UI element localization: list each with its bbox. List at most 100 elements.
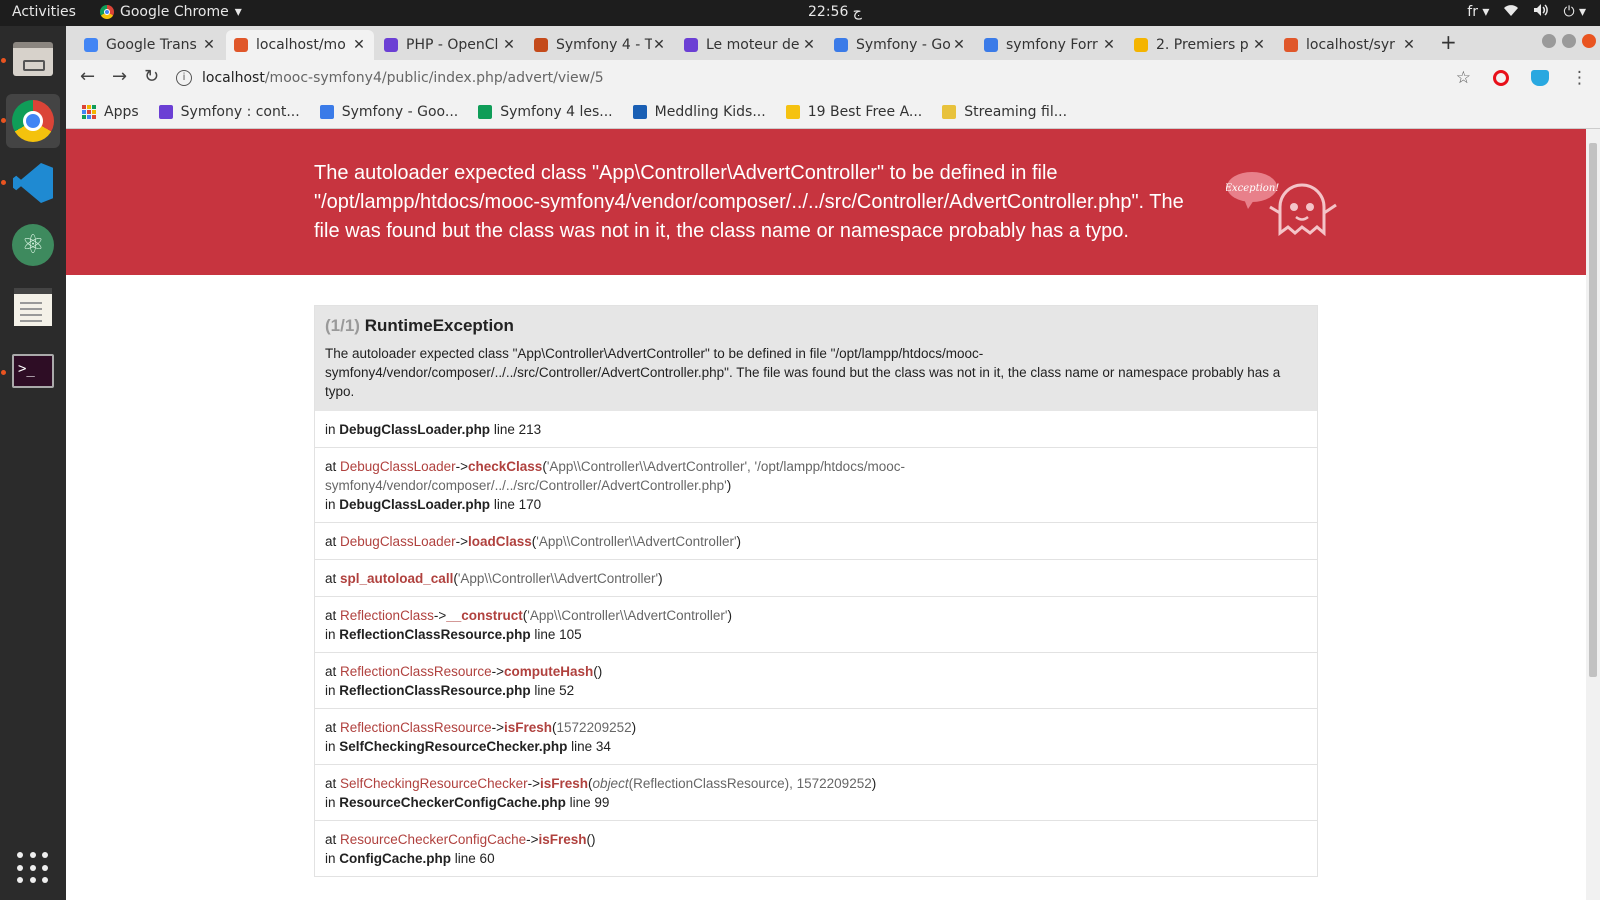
- clock[interactable]: 22:56 ج: [808, 4, 862, 20]
- new-tab-button[interactable]: +: [1440, 30, 1457, 54]
- tab-close-icon[interactable]: ✕: [202, 37, 216, 53]
- tab-close-icon[interactable]: ✕: [952, 37, 966, 53]
- bookmark-item[interactable]: Symfony - Goo...: [319, 104, 459, 120]
- trace-argument-values: 1572209252: [556, 720, 632, 735]
- bookmark-item[interactable]: Meddling Kids...: [632, 104, 766, 120]
- tab-close-icon[interactable]: ✕: [1402, 37, 1416, 53]
- power-icon[interactable]: ⏻ ▾: [1563, 4, 1586, 20]
- volume-icon[interactable]: [1533, 3, 1549, 21]
- at-label: at: [325, 459, 337, 474]
- page-scrollbar[interactable]: [1586, 129, 1600, 900]
- trace-arguments: 'App\\Controller\\AdvertController': [458, 571, 658, 586]
- address-bar[interactable]: i localhost/mooc-symfony4/public/index.p…: [176, 64, 1456, 92]
- language-indicator[interactable]: fr ▾: [1467, 4, 1489, 20]
- browser-tab[interactable]: Symfony - Go ✕: [826, 30, 974, 60]
- vscode-launcher[interactable]: [6, 156, 60, 210]
- bookmark-label: Symfony - Goo...: [341, 104, 459, 120]
- files-icon: [13, 42, 53, 76]
- files-launcher[interactable]: [6, 32, 60, 86]
- exception-title: (1/1) RuntimeException: [325, 316, 1307, 336]
- browser-tab[interactable]: Le moteur de ✕: [676, 30, 824, 60]
- trace-frame: at ReflectionClass->__construct('App\\Co…: [315, 597, 1317, 653]
- scrollbar-thumb[interactable]: [1589, 143, 1597, 677]
- tab-close-icon[interactable]: ✕: [352, 37, 366, 53]
- bookmark-apps[interactable]: Apps: [82, 104, 139, 120]
- trace-class-link[interactable]: DebugClassLoader: [340, 459, 456, 474]
- trace-argument-values: 'App\\Controller\\AdvertController': [457, 571, 659, 586]
- trace-class-link[interactable]: ReflectionClass: [340, 608, 434, 623]
- show-applications-icon[interactable]: [17, 852, 49, 884]
- trace-function: loadClass: [468, 534, 532, 549]
- trace-file: ReflectionClassResource.php: [339, 627, 531, 642]
- at-label: at: [325, 720, 337, 735]
- back-button[interactable]: ←: [80, 66, 95, 87]
- trace-arguments: 1572209252: [557, 720, 632, 735]
- exception-banner-message: The autoloader expected class "App\Contr…: [314, 162, 1184, 242]
- browser-tab[interactable]: PHP - OpenCl ✕: [376, 30, 524, 60]
- trace-class-link[interactable]: ResourceCheckerConfigCache: [340, 832, 526, 847]
- bookmark-item[interactable]: Streaming fil...: [942, 104, 1067, 120]
- forward-button[interactable]: →: [112, 66, 127, 87]
- window-controls: [1542, 34, 1596, 48]
- trace-function: spl_autoload_call: [340, 571, 454, 586]
- browser-tab[interactable]: symfony Forr ✕: [976, 30, 1124, 60]
- exception-header: (1/1) RuntimeException The autoloader ex…: [315, 306, 1317, 411]
- exception-banner: The autoloader expected class "App\Contr…: [66, 129, 1586, 275]
- reload-button[interactable]: ↻: [144, 66, 159, 87]
- trace-class-link[interactable]: ReflectionClassResource: [340, 720, 492, 735]
- exception-trace: (1/1) RuntimeException The autoloader ex…: [314, 305, 1318, 877]
- maximize-button[interactable]: [1562, 34, 1576, 48]
- text-editor-launcher[interactable]: [6, 280, 60, 334]
- tab-favicon-icon: [534, 38, 548, 52]
- tab-close-icon[interactable]: ✕: [1252, 37, 1266, 53]
- bookmark-label: Symfony 4 les...: [500, 104, 613, 120]
- activities-button[interactable]: Activities: [12, 4, 76, 20]
- close-window-button[interactable]: [1582, 34, 1596, 48]
- in-label: in: [325, 497, 336, 512]
- bookmark-favicon-icon: [158, 105, 173, 119]
- tab-close-icon[interactable]: ✕: [802, 37, 816, 53]
- trace-arrow: ->: [455, 534, 468, 549]
- minimize-button[interactable]: [1542, 34, 1556, 48]
- chevron-down-icon: ▾: [234, 4, 242, 20]
- tab-favicon-icon: [1134, 38, 1148, 52]
- tab-favicon-icon: [384, 38, 398, 52]
- bookmark-item[interactable]: Symfony 4 les...: [478, 104, 613, 120]
- info-icon[interactable]: i: [176, 70, 192, 86]
- trace-frame: at ResourceCheckerConfigCache->isFresh()…: [315, 821, 1317, 877]
- bookmark-star-icon[interactable]: ☆: [1456, 68, 1471, 88]
- trace-frame: at ReflectionClassResource->isFresh(1572…: [315, 709, 1317, 765]
- app-menu[interactable]: Google Chrome ▾: [100, 4, 242, 20]
- menu-icon[interactable]: ⋮: [1571, 68, 1588, 88]
- bookmark-item[interactable]: 19 Best Free A...: [785, 104, 922, 120]
- tab-favicon-icon: [1284, 38, 1298, 52]
- browser-tab[interactable]: Google Trans ✕: [76, 30, 224, 60]
- trace-class-link[interactable]: ReflectionClassResource: [340, 664, 492, 679]
- bookmarks-bar: Apps Symfony : cont... Symfony - Goo... Sym…: [66, 96, 1600, 129]
- atom-launcher[interactable]: ⚛: [6, 218, 60, 272]
- browser-tab[interactable]: localhost/mo ✕: [226, 30, 374, 60]
- system-tray[interactable]: fr ▾ ⏻ ▾: [1467, 3, 1586, 21]
- browser-tab[interactable]: 2. Premiers p ✕: [1126, 30, 1274, 60]
- tab-close-icon[interactable]: ✕: [502, 37, 516, 53]
- trace-class-link[interactable]: SelfCheckingResourceChecker: [340, 776, 528, 791]
- tab-close-icon[interactable]: ✕: [1102, 37, 1116, 53]
- trace-line: line 99: [569, 795, 610, 810]
- trace-argument-type: object: [592, 776, 629, 791]
- tab-strip: Google Trans ✕ localhost/mo ✕ PHP - OpenCl ✕ S…: [66, 26, 1600, 60]
- vscode-icon: [13, 163, 53, 203]
- bookmark-item[interactable]: Symfony : cont...: [158, 104, 300, 120]
- opera-extension-icon[interactable]: [1493, 70, 1509, 86]
- atom-icon: ⚛: [12, 224, 54, 266]
- wifi-icon[interactable]: [1503, 3, 1519, 21]
- trace-class-link[interactable]: DebugClassLoader: [340, 534, 456, 549]
- in-label: in: [325, 627, 336, 642]
- browser-tab[interactable]: Symfony 4 - T ✕: [526, 30, 674, 60]
- chrome-launcher[interactable]: [6, 94, 60, 148]
- tab-close-icon[interactable]: ✕: [652, 37, 666, 53]
- trace-arguments: 'App\\Controller\\AdvertController': [536, 534, 736, 549]
- app-name: Google Chrome: [120, 4, 229, 20]
- browser-tab[interactable]: localhost/syr ✕: [1276, 30, 1424, 60]
- extension-icon[interactable]: [1531, 70, 1549, 86]
- terminal-launcher[interactable]: >_: [6, 344, 60, 398]
